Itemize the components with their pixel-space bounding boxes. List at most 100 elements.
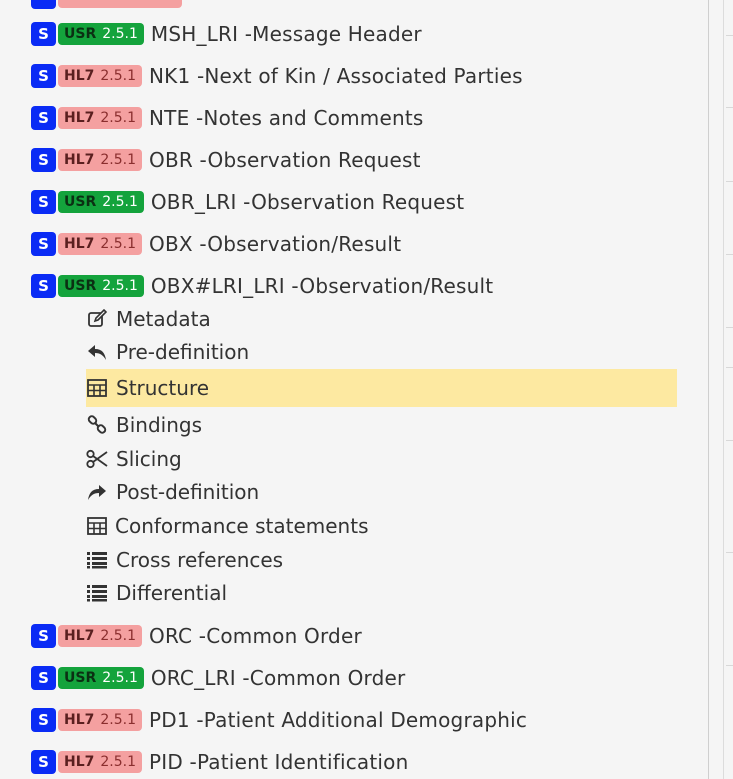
row-divider <box>726 181 733 182</box>
list-icon <box>86 549 108 571</box>
share-icon <box>86 481 108 503</box>
scope-badge: HL7 2.5.1 <box>58 65 143 87</box>
segment-type-badge: S <box>31 190 56 214</box>
scope-badge: HL7 2.5.1 <box>58 625 143 647</box>
segment-label: OBR_LRI -Observation Request <box>150 190 465 214</box>
version-label: 2.5.1 <box>102 194 138 210</box>
version-label: 2.5.1 <box>100 152 137 168</box>
tree-row-orc[interactable]: S HL7 2.5.1 ORC -Common Order <box>31 623 362 649</box>
scope-badge: USR 2.5.1 <box>58 23 144 45</box>
scope-badge: USR 2.5.1 <box>58 191 144 213</box>
segment-label: OBX -Observation/Result <box>149 232 402 256</box>
version-label: 2.5.1 <box>102 278 138 294</box>
submenu-label: Cross references <box>116 548 284 572</box>
submenu-label: Differential <box>116 581 228 605</box>
version-label: 2.5.1 <box>100 110 137 126</box>
submenu-label: Metadata <box>116 307 211 331</box>
scope-label: USR <box>64 670 97 686</box>
segment-label: OBR -Observation Request <box>149 148 421 172</box>
segment-label: NTE -Notes and Comments <box>149 106 424 130</box>
segment-label: NK1 -Next of Kin / Associated Parties <box>149 64 523 88</box>
list-icon <box>86 582 108 604</box>
scope-label: HL7 <box>64 628 95 644</box>
scope-label: USR <box>64 278 97 294</box>
row-divider <box>726 367 733 368</box>
submenu-label: Pre-definition <box>116 340 250 364</box>
panel-divider <box>723 0 724 779</box>
scope-badge: HL7 2.5.1 <box>58 709 143 731</box>
scope-label: HL7 <box>64 110 95 126</box>
submenu-cross-references[interactable]: Cross references <box>86 547 283 573</box>
segment-type-badge: S <box>31 106 56 130</box>
tree-row-obr[interactable]: S HL7 2.5.1 OBR -Observation Request <box>31 147 421 173</box>
tree-row-partial[interactable] <box>31 0 182 10</box>
segment-label: PID -Patient Identification <box>149 750 409 774</box>
scope-badge: USR 2.5.1 <box>58 275 144 297</box>
scope-label: HL7 <box>64 152 95 168</box>
scope-badge: HL7 2.5.1 <box>58 233 143 255</box>
row-divider <box>726 327 733 328</box>
tree-row-obx-lri-lri[interactable]: S USR 2.5.1 OBX#LRI_LRI -Observation/Resu… <box>31 273 493 299</box>
segment-type-badge: S <box>31 274 56 298</box>
segment-tree: S USR 2.5.1 MSH_LRI -Message Header S HL7… <box>0 0 677 779</box>
scope-badge: USR 2.5.1 <box>58 667 144 689</box>
row-divider <box>726 35 733 36</box>
scope-badge: HL7 2.5.1 <box>58 107 143 129</box>
submenu-post-definition[interactable]: Post-definition <box>86 479 259 505</box>
content-panel-edge <box>677 0 733 779</box>
segment-type-badge: S <box>31 64 56 88</box>
segment-label: ORC -Common Order <box>149 624 362 648</box>
submenu-conformance-statements[interactable]: Conformance statements <box>86 513 369 539</box>
submenu-structure[interactable]: Structure <box>86 369 677 407</box>
segment-type-badge: S <box>31 750 56 774</box>
version-label: 2.5.1 <box>100 68 137 84</box>
edit-icon <box>86 308 108 330</box>
version-label: 2.5.1 <box>100 754 137 770</box>
segment-label: OBX#LRI_LRI -Observation/Result <box>150 274 494 298</box>
submenu-label: Conformance statements <box>115 514 369 538</box>
tree-row-nk1[interactable]: S HL7 2.5.1 NK1 -Next of Kin / Associated… <box>31 63 523 89</box>
segment-label: MSH_LRI -Message Header <box>150 22 422 46</box>
segment-type-badge: S <box>31 666 56 690</box>
scope-label: HL7 <box>64 236 95 252</box>
scope-badge <box>58 0 182 8</box>
tree-row-obx[interactable]: S HL7 2.5.1 OBX -Observation/Result <box>31 231 401 257</box>
submenu-label: Slicing <box>116 447 182 471</box>
submenu-label: Post-definition <box>116 480 260 504</box>
scope-label: HL7 <box>64 68 95 84</box>
version-label: 2.5.1 <box>102 26 138 42</box>
row-divider <box>726 440 733 441</box>
version-label: 2.5.1 <box>100 628 137 644</box>
segment-type-badge <box>31 0 56 9</box>
scope-label: USR <box>64 194 97 210</box>
submenu-metadata[interactable]: Metadata <box>86 306 211 332</box>
scope-badge: HL7 2.5.1 <box>58 751 143 773</box>
submenu-differential[interactable]: Differential <box>86 580 227 606</box>
segment-label: PD1 -Patient Additional Demographic <box>149 708 528 732</box>
version-label: 2.5.1 <box>100 236 137 252</box>
panel-divider <box>708 0 709 779</box>
table-icon <box>86 515 108 537</box>
version-label: 2.5.1 <box>100 712 137 728</box>
segment-type-badge: S <box>31 148 56 172</box>
tree-row-msh-lri[interactable]: S USR 2.5.1 MSH_LRI -Message Header <box>31 21 422 47</box>
scope-label: HL7 <box>64 712 95 728</box>
scissors-icon <box>86 448 108 470</box>
segment-label: ORC_LRI -Common Order <box>150 666 406 690</box>
tree-row-pd1[interactable]: S HL7 2.5.1 PD1 -Patient Additional Demog… <box>31 707 527 733</box>
tree-row-pid[interactable]: S HL7 2.5.1 PID -Patient Identification <box>31 749 408 775</box>
table-icon <box>86 377 108 399</box>
tree-row-obr-lri[interactable]: S USR 2.5.1 OBR_LRI -Observation Request <box>31 189 464 215</box>
segment-type-badge: S <box>31 624 56 648</box>
submenu-slicing[interactable]: Slicing <box>86 446 182 472</box>
segment-type-badge: S <box>31 22 56 46</box>
row-divider <box>726 107 733 108</box>
scope-label: HL7 <box>64 754 95 770</box>
submenu-bindings[interactable]: Bindings <box>86 412 202 438</box>
link-icon <box>86 414 108 436</box>
tree-row-orc-lri[interactable]: S USR 2.5.1 ORC_LRI -Common Order <box>31 665 405 691</box>
reply-icon <box>86 341 108 363</box>
tree-row-nte[interactable]: S HL7 2.5.1 NTE -Notes and Comments <box>31 105 424 131</box>
segment-type-badge: S <box>31 232 56 256</box>
submenu-pre-definition[interactable]: Pre-definition <box>86 339 249 365</box>
